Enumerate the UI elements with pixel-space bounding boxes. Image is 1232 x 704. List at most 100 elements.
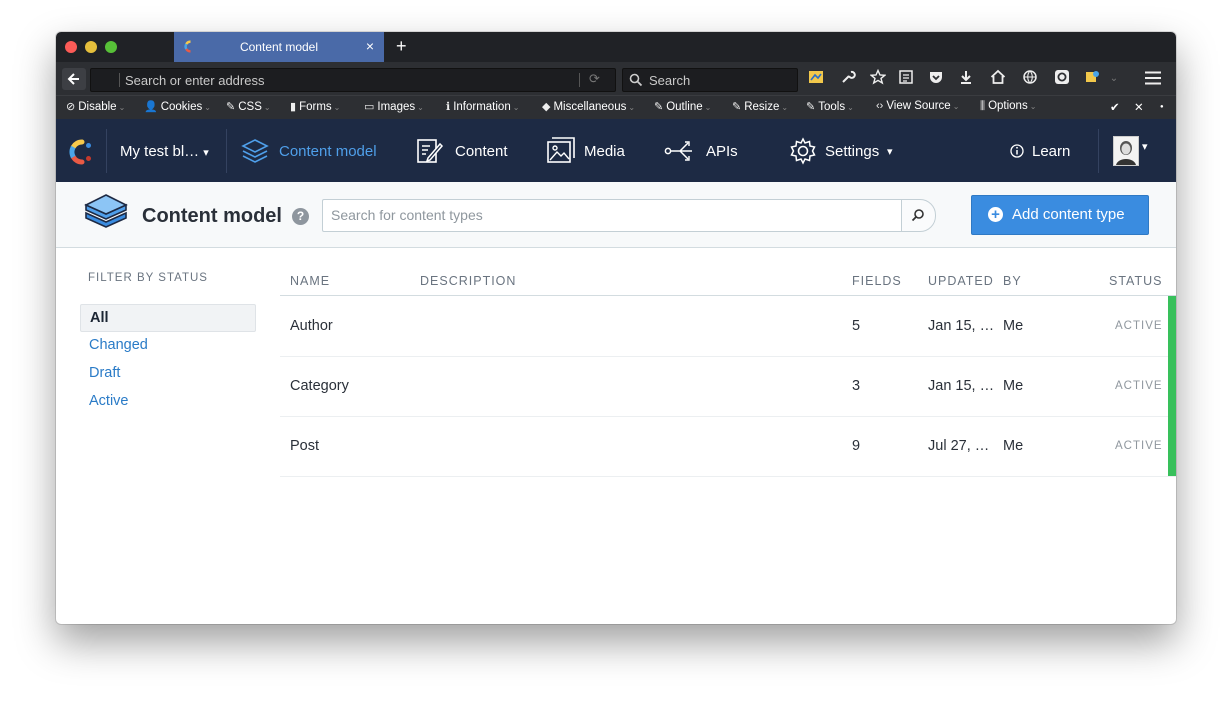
cube-icon: ◆: [542, 101, 551, 113]
dev-menu-label: Options: [988, 100, 1028, 112]
check-icon[interactable]: ✔: [1110, 100, 1120, 114]
toolbar-dot-icon[interactable]: ●: [1160, 104, 1164, 110]
table-row[interactable]: Author 5 Jan 15, … Me ACTIVE: [280, 296, 1176, 357]
content-type-search-input[interactable]: [329, 206, 893, 224]
filter-active[interactable]: Active: [80, 388, 254, 414]
user-icon: 👤: [144, 101, 158, 113]
grammarly-icon[interactable]: [1052, 69, 1072, 89]
clipboard-icon: ▮: [290, 101, 297, 113]
caret-icon: ⌄: [118, 103, 126, 112]
add-content-type-button[interactable]: + Add content type: [971, 195, 1149, 235]
cell-fields: 9: [852, 438, 861, 454]
dev-menu-resize[interactable]: ✎ Resize ⌄: [732, 100, 788, 113]
close-toolbar-icon[interactable]: ✕: [1134, 100, 1144, 114]
address-placeholder: Search or enter address: [125, 73, 265, 88]
nav-media[interactable]: Media: [546, 136, 636, 166]
pocket-icon[interactable]: [926, 69, 946, 89]
dev-menu-information[interactable]: ℹ Information ⌄: [446, 100, 519, 113]
cell-fields: 3: [852, 378, 861, 394]
download-icon[interactable]: [956, 69, 976, 89]
contentful-logo-icon[interactable]: [69, 139, 95, 165]
column-header-status[interactable]: STATUS: [1109, 274, 1162, 288]
avatar-portrait-icon: [1114, 137, 1138, 165]
nav-content-model[interactable]: Content model: [240, 136, 390, 166]
web-developer-toolbar: ⊘ Disable ⌄ 👤 Cookies ⌄ ✎ CSS ⌄ ▮ Forms ⌄ ▭ Image…: [56, 95, 1176, 119]
dev-menu-options[interactable]: ⫼ Options ⌄: [980, 100, 1036, 113]
user-avatar[interactable]: [1113, 136, 1139, 166]
nav-label: Media: [584, 143, 625, 160]
caret-icon: ⌄: [1029, 102, 1037, 111]
browser-search-bar[interactable]: Search: [622, 68, 798, 92]
page-title: Content model: [142, 205, 282, 227]
caret-icon: ⌄: [628, 103, 636, 112]
dev-menu-view-source[interactable]: ‹› View Source ⌄: [876, 100, 959, 112]
extension-icon[interactable]: [806, 69, 826, 89]
cell-fields: 5: [852, 318, 861, 334]
filter-draft[interactable]: Draft: [80, 360, 254, 386]
back-button[interactable]: [62, 68, 86, 90]
status-badge: ACTIVE: [1115, 440, 1163, 452]
nav-label: Learn: [1032, 143, 1071, 160]
new-tab-button[interactable]: +: [396, 36, 407, 57]
filter-all[interactable]: All: [80, 304, 256, 332]
space-selector[interactable]: My test bl… ▾: [120, 143, 209, 160]
extension-puzzle-icon[interactable]: [1082, 69, 1102, 89]
column-header-name[interactable]: NAME: [290, 274, 330, 288]
cell-name: Post: [290, 438, 320, 454]
column-header-updated[interactable]: UPDATED: [928, 274, 994, 288]
address-separator-right: [579, 73, 580, 87]
nav-settings[interactable]: Settings ▾: [788, 136, 908, 166]
nav-learn[interactable]: Learn: [1010, 143, 1070, 160]
filter-changed[interactable]: Changed: [80, 332, 254, 358]
nav-apis[interactable]: APIs: [664, 136, 744, 166]
tab-close-icon[interactable]: ×: [366, 38, 374, 54]
dev-menu-css[interactable]: ✎ CSS ⌄: [226, 100, 271, 113]
gear-icon: [790, 137, 816, 165]
search-placeholder: Search: [649, 73, 691, 88]
caret-icon: ⌄: [263, 103, 271, 112]
hamburger-menu-icon[interactable]: [1144, 70, 1162, 91]
globe-icon[interactable]: [1020, 69, 1040, 89]
api-network-icon: [664, 141, 692, 161]
table-row[interactable]: Post 9 Jul 27, … Me ACTIVE: [280, 416, 1176, 477]
tab-title: Content model: [239, 40, 319, 54]
overflow-chevron-icon[interactable]: ⌄: [1104, 69, 1124, 89]
nav-label: Content model: [279, 143, 377, 160]
dev-menu-label: Disable: [78, 101, 117, 113]
dev-menu-cookies[interactable]: 👤 Cookies ⌄: [144, 100, 211, 113]
column-header-fields[interactable]: FIELDS: [852, 274, 902, 288]
search-icon: [911, 209, 924, 222]
close-window-button[interactable]: [65, 41, 77, 53]
header-separator: [106, 129, 107, 173]
caret-icon: ⌄: [417, 103, 424, 112]
space-name: My test bl…: [120, 143, 200, 160]
code-icon: ‹›: [876, 100, 884, 112]
dev-menu-disable[interactable]: ⊘ Disable ⌄: [66, 100, 125, 113]
dev-menu-tools[interactable]: ✎ Tools ⌄: [806, 100, 854, 113]
dev-menu-images[interactable]: ▭ Images ⌄: [364, 100, 424, 113]
column-header-description[interactable]: DESCRIPTION: [420, 274, 516, 288]
content-type-search-button[interactable]: [901, 199, 936, 232]
maximize-window-button[interactable]: [105, 41, 117, 53]
reader-list-icon[interactable]: [896, 69, 916, 89]
dev-menu-miscellaneous[interactable]: ◆ Miscellaneous ⌄: [542, 100, 635, 113]
address-bar[interactable]: Search or enter address ⟳: [90, 68, 616, 92]
filter-label: Changed: [89, 337, 148, 353]
home-icon[interactable]: [988, 69, 1008, 89]
chevron-down-icon[interactable]: ▾: [1142, 140, 1148, 153]
cell-updated: Jul 27, …: [928, 438, 990, 454]
help-icon[interactable]: ?: [292, 208, 309, 225]
dev-menu-forms[interactable]: ▮ Forms ⌄: [290, 100, 340, 113]
dev-menu-outline[interactable]: ✎ Outline ⌄: [654, 100, 711, 113]
dev-menu-label: Tools: [818, 101, 846, 113]
dev-menu-label: Forms: [299, 101, 332, 113]
reload-icon[interactable]: ⟳: [589, 71, 600, 87]
browser-tab-content-model[interactable]: Content model ×: [174, 32, 384, 62]
nav-content[interactable]: Content: [414, 136, 514, 166]
table-row[interactable]: Category 3 Jan 15, … Me ACTIVE: [280, 356, 1176, 417]
wrench-icon[interactable]: [838, 69, 858, 89]
minimize-window-button[interactable]: [85, 41, 97, 53]
bookmark-star-icon[interactable]: [868, 68, 888, 89]
column-header-by[interactable]: BY: [1003, 274, 1022, 288]
dev-menu-label: Outline: [666, 101, 703, 113]
